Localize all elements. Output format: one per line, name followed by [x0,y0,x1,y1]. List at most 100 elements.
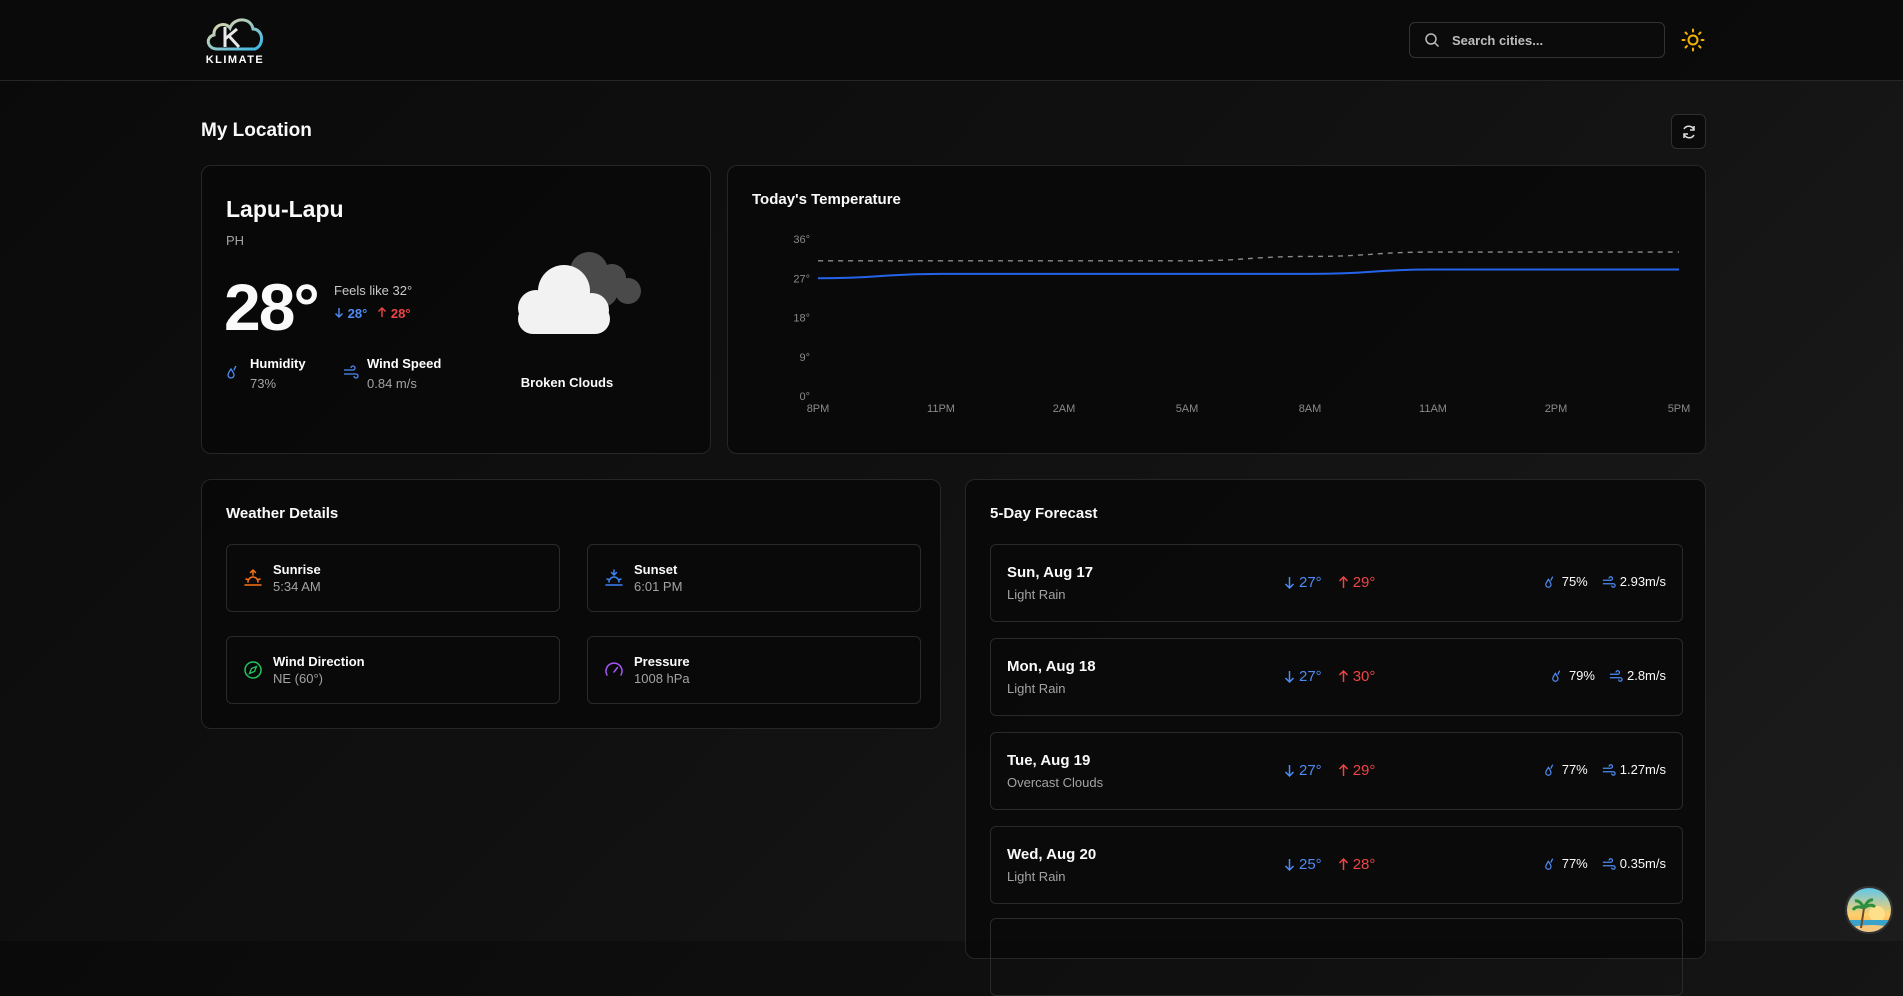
forecast-min: 27° [1284,668,1322,685]
min-temp-value: 28° [347,306,368,321]
y-tick-label: 9° [799,352,810,364]
forecast-day: Tue, Aug 19 [1007,752,1091,769]
droplets-icon [1552,669,1561,682]
country-code: PH [226,233,245,248]
refresh-button[interactable] [1671,114,1706,149]
wind-direction-value: NE (60°) [273,671,323,686]
arrow-down-icon [1284,765,1295,777]
search-cities-button[interactable]: Search cities... [1409,22,1665,58]
droplets-icon [227,365,237,379]
sun-icon [1681,28,1705,52]
forecast-temps: 27° 30° [1284,668,1375,685]
forecast-wind-value: 2.93m/s [1619,574,1666,589]
forecast-extra: 75% 2.93m/s [1544,574,1666,589]
temperature-line-chart: 36° 27° 18° 9° 0°8PM 11PM 2AM 5AM 8AM 11AM 2PM 5PM [793,234,1690,415]
wind-icon [344,365,359,379]
logo-text: KLIMATE [205,54,265,66]
broken-clouds-icon [518,252,641,334]
arrow-down-icon [335,308,343,318]
x-tick-label: 8PM [807,403,830,415]
forecast-humidity: 75% [1544,574,1588,589]
theme-toggle[interactable] [1681,28,1705,52]
forecast-max-value: 29° [1352,574,1376,591]
forecast-max-value: 29° [1352,762,1376,779]
sunrise-tile: Sunrise 5:34 AM [226,544,560,612]
search-icon [1425,33,1440,48]
x-tick-label: 2AM [1053,403,1076,415]
forecast-description: Overcast Clouds [1007,775,1104,790]
current-temperature: 28° [224,270,320,344]
x-tick-label: 8AM [1299,403,1322,415]
droplets-icon [1544,857,1553,870]
wind-speed-stat: Wind Speed 0.84 m/s [343,356,441,391]
forecast-description: Light Rain [1007,587,1066,602]
max-temp: 28° [377,306,411,321]
arrow-up-icon [1338,858,1348,870]
forecast-humidity-value: 75% [1561,574,1588,589]
droplets-icon [1544,575,1553,588]
forecast-max: 29° [1338,762,1376,779]
forecast-description: Light Rain [1007,869,1066,884]
forecast-humidity: 77% [1544,762,1588,777]
forecast-title: 5-Day Forecast [990,505,1098,522]
forecast-max: 28° [1338,856,1376,873]
forecast-wind: 1.27m/s [1602,762,1666,777]
details-title: Weather Details [226,505,339,522]
forecast-wind: 0.35m/s [1602,856,1666,871]
forecast-day: Sun, Aug 17 [1007,564,1094,581]
forecast-min: 25° [1284,856,1322,873]
forecast-wind-value: 2.8m/s [1626,668,1666,683]
forecast-max: 30° [1338,668,1376,685]
weather-condition: Broken Clouds [520,375,614,390]
forecast-max-value: 28° [1352,856,1376,873]
weather-details-card: Weather Details Sunrise 5:34 AM Sunset 6… [201,479,941,729]
forecast-humidity-value: 77% [1561,762,1588,777]
wind-direction-tile: Wind Direction NE (60°) [226,636,560,704]
droplets-icon [1544,763,1553,776]
arrow-down-icon [1284,859,1295,871]
forecast-extra: 77% 1.27m/s [1544,762,1666,777]
temperature-line [817,268,1679,280]
five-day-forecast-card: 5-Day Forecast Sun, Aug 17 Light Rain 27° 2… [965,479,1706,996]
beach-avatar-icon [1847,888,1891,932]
sunset-tile: Sunset 6:01 PM [587,544,921,612]
forecast-day: Mon, Aug 18 [1007,658,1096,675]
y-tick-label: 18° [793,313,810,325]
forecast-wind-value: 0.35m/s [1619,856,1666,871]
feels-like-line [818,251,1679,262]
forecast-temps: 27° 29° [1284,762,1375,779]
humidity-label: Humidity [250,356,306,371]
forecast-row: Wed, Aug 20 Light Rain 25° 28° 77% 0.35m/s [990,826,1683,904]
city-name: Lapu-Lapu [226,196,344,222]
forecast-max-value: 30° [1352,668,1376,685]
arrow-up-icon [1338,764,1348,776]
current-weather-card: Lapu-Lapu PH 28° Feels like 32° 28° 28° … [201,165,711,454]
sunrise-icon [244,568,262,586]
forecast-row: Mon, Aug 18 Light Rain 27° 30° 79% 2.8m/s [990,638,1683,716]
forecast-description: Light Rain [1007,681,1066,696]
pressure-tile: Pressure 1008 hPa [587,636,921,704]
forecast-row: Tue, Aug 19 Overcast Clouds 27° 29° 77% 1.27m… [990,732,1683,810]
forecast-row-partial [990,918,1683,996]
forecast-wind: 2.8m/s [1609,668,1666,683]
arrow-up-icon [1338,576,1348,588]
max-temp-value: 28° [390,306,411,321]
user-avatar[interactable] [1845,886,1893,934]
wind-direction-label: Wind Direction [273,654,365,669]
sunrise-label: Sunrise [273,562,321,577]
forecast-temps: 27° 29° [1284,574,1375,591]
wind-speed-value: 0.84 m/s [367,376,417,391]
forecast-humidity-value: 79% [1568,668,1595,683]
forecast-min-value: 27° [1299,574,1322,591]
refresh-icon [1682,124,1695,139]
cloud-logo-icon [206,18,263,51]
arrow-up-icon [378,307,387,317]
forecast-humidity: 77% [1544,856,1588,871]
sunset-label: Sunset [634,562,678,577]
x-tick-label: 11AM [1419,403,1447,415]
klimate-logo[interactable]: KLIMATE [201,11,269,69]
wind-icon [1602,857,1616,870]
humidity-stat: Humidity 73% [226,356,306,391]
forecast-extra: 77% 0.35m/s [1544,856,1666,871]
x-tick-label: 11PM [927,403,955,415]
